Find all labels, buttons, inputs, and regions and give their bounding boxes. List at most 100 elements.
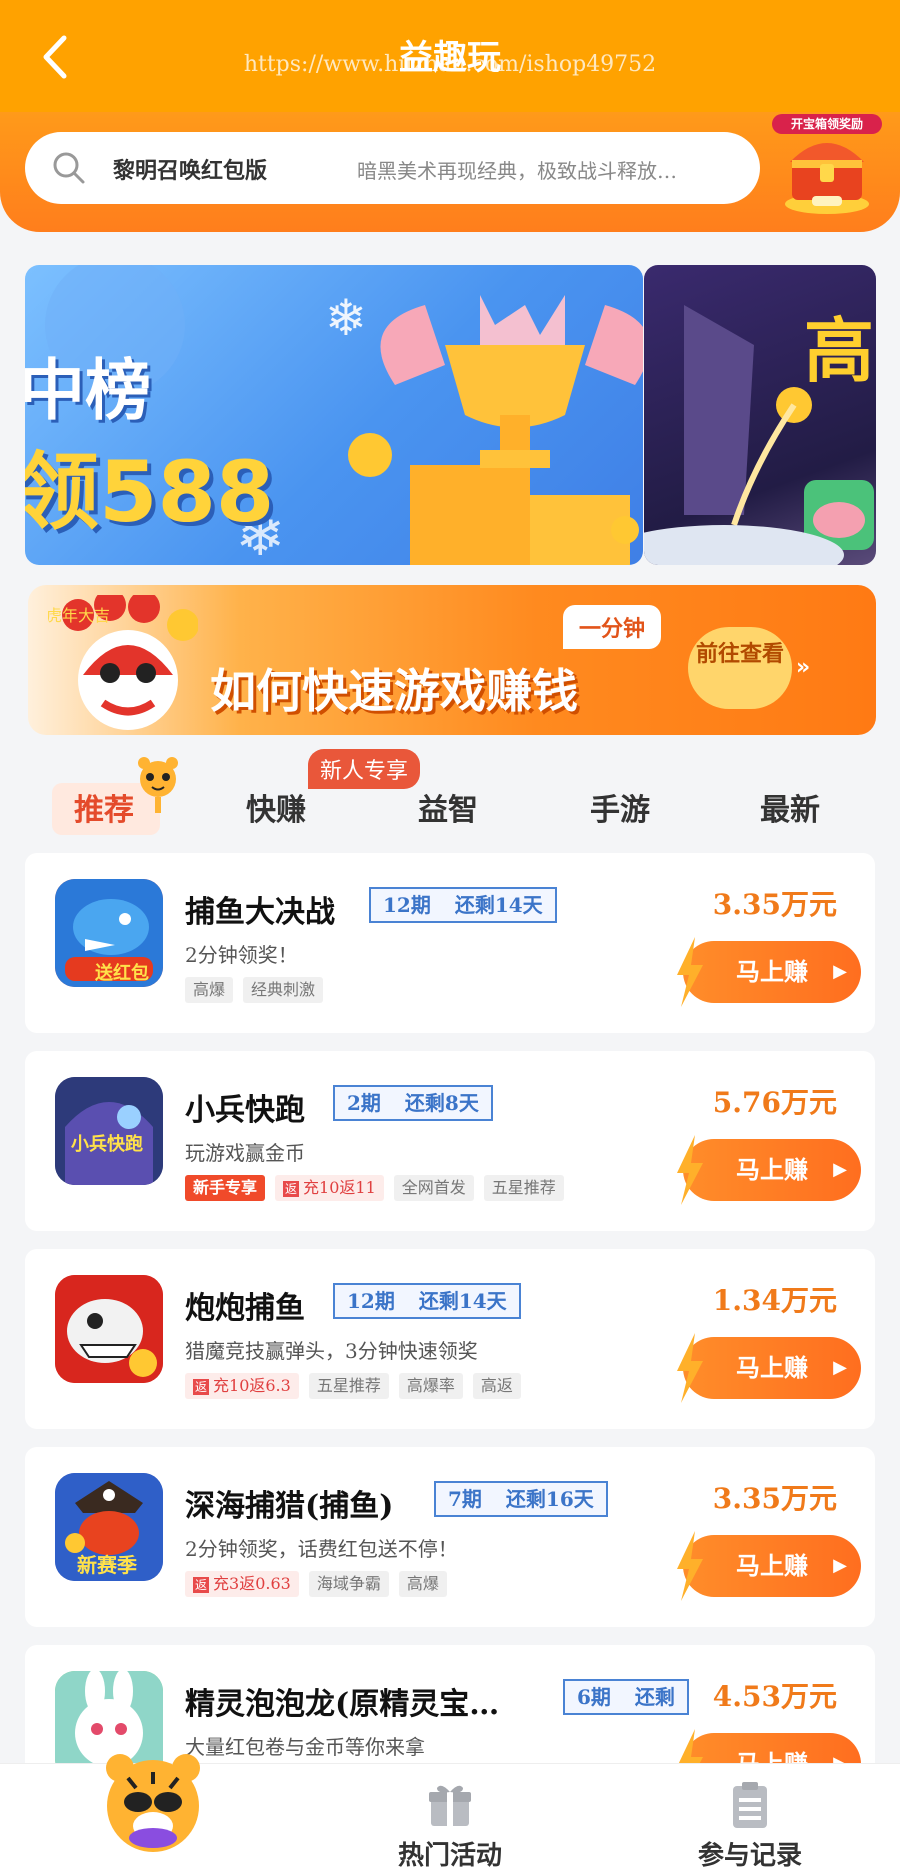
tag: 全网首发 (393, 1175, 474, 1201)
category-tabs: 推荐 快赚 新人专享 益智 手游 最新 (0, 749, 900, 845)
period-number: 12期 (383, 893, 431, 917)
secondary-banner-text: 高 (804, 310, 874, 392)
game-icon-label: 小兵快跑 (71, 1134, 143, 1155)
earn-button-label: 马上赚 (736, 957, 808, 986)
period-badge: 12期 还剩14天 (333, 1283, 521, 1319)
promo-go-button[interactable]: 前往查看 » (688, 627, 810, 709)
tab-puzzle[interactable]: 益智 (418, 785, 478, 829)
nav-participation-records[interactable]: 参与记录 (600, 1764, 900, 1873)
lightning-icon (677, 1135, 703, 1205)
tag: 高爆 (398, 1571, 447, 1597)
lightning-icon (677, 937, 703, 1007)
tag: 高爆 (185, 977, 234, 1003)
chevron-right-icon: ▶ (833, 1555, 847, 1576)
chevron-right-icon: ▶ (833, 961, 847, 982)
main-banner[interactable]: ❄ ❄ 中榜 领588 (25, 265, 643, 565)
game-title: 炮炮捕鱼 (185, 1291, 305, 1326)
rebate-mark: 返 (193, 1577, 210, 1593)
earn-button-label: 马上赚 (736, 1551, 808, 1580)
promo-title: 如何快速游戏赚钱 (210, 664, 578, 718)
chevron-right-icon: ▶ (833, 1357, 847, 1378)
rebate-mark: 返 (283, 1181, 300, 1197)
tag: 海域争霸 (308, 1571, 389, 1597)
treasure-chest-reward[interactable]: 开宝箱领奖励 (772, 112, 882, 220)
reward-amount: 3.35万元 (712, 1482, 837, 1515)
banner-headline: 中榜 (25, 352, 151, 429)
period-badge: 12期 还剩14天 (369, 887, 557, 923)
game-description: 玩游戏赢金币 (185, 1141, 305, 1165)
nav-label: 参与记录 (697, 1841, 802, 1871)
lion-text: 虎年大吉 (48, 606, 110, 625)
how-to-earn-promo[interactable]: 虎年大吉 一分钟 如何快速游戏赚钱 前往查看 » (28, 585, 876, 735)
nav-home[interactable] (0, 1754, 300, 1873)
game-description: 猎魔竞技赢弹头，3分钟快速领奖 (185, 1339, 478, 1363)
days-remaining: 还剩 (634, 1685, 675, 1709)
earn-now-button[interactable]: 马上赚 ▶ (677, 1531, 861, 1601)
game-title: 深海捕猎(捕鱼) (185, 1489, 394, 1524)
double-chevron-icon: » (796, 655, 811, 680)
period-badge: 6期 还剩 (563, 1679, 689, 1715)
game-title: 捕鱼大决战 (185, 895, 335, 930)
chevron-right-icon: ▶ (833, 1159, 847, 1180)
tag: 高返 (472, 1373, 521, 1399)
tab-mobile-games[interactable]: 手游 (590, 785, 650, 829)
game-card[interactable]: 新赛季 深海捕猎(捕鱼) 7期 还剩16天 2分钟领奖，话费红包送不停！ 返充3返… (25, 1447, 875, 1627)
game-description: 2分钟领奖，话费红包送不停！ (185, 1537, 458, 1561)
rebate-text: 充10返11 (303, 1178, 376, 1197)
bottom-navigation: 热门活动 参与记录 (0, 1754, 900, 1873)
rebate-text: 充10返6.3 (213, 1376, 291, 1395)
days-remaining: 还剩14天 (418, 1289, 507, 1313)
game-title: 精灵泡泡龙(原精灵宝… (185, 1687, 500, 1722)
earn-button-label: 马上赚 (736, 1353, 808, 1382)
earn-button-label: 马上赚 (736, 1155, 808, 1184)
shark-game-icon (55, 1275, 163, 1383)
tab-recommend[interactable]: 推荐 (74, 785, 134, 829)
banner-amount: 领588 (25, 443, 275, 541)
period-number: 6期 (577, 1685, 611, 1709)
game-icon (55, 1275, 163, 1383)
search-icon (53, 152, 85, 184)
tag: 五星推荐 (483, 1175, 564, 1201)
reward-amount: 5.76万元 (712, 1086, 837, 1119)
tab-quick-earn[interactable]: 快赚 (246, 785, 306, 829)
days-remaining: 还剩16天 (505, 1487, 594, 1511)
clipboard-icon (733, 1782, 767, 1828)
top-bar: 益趣玩 https://www.huzhan.com/ishop49752 (0, 0, 900, 112)
search-bar[interactable]: 黎明召唤红包版 暗黑美术再现经典，极致战斗释放… (25, 132, 760, 204)
soldier-game-icon (55, 1077, 163, 1185)
reward-amount: 3.35万元 (712, 888, 837, 921)
watermark-url: https://www.huzhan.com/ishop49752 (243, 52, 657, 77)
period-badge: 2期 还剩8天 (333, 1085, 493, 1121)
earn-now-button[interactable]: 马上赚 ▶ (677, 1333, 861, 1403)
game-icon: 新赛季 (55, 1473, 163, 1581)
tiger-mascot-icon (106, 1754, 200, 1852)
secondary-banner[interactable]: 高 (644, 265, 876, 565)
game-card[interactable]: 炮炮捕鱼 12期 还剩14天 猎魔竞技赢弹头，3分钟快速领奖 返充10返6.3 五… (25, 1249, 875, 1429)
game-card[interactable]: 小兵快跑 小兵快跑 2期 还剩8天 玩游戏赢金币 新手专享 返充10返11 全网首… (25, 1051, 875, 1231)
promo-duration-tag: 一分钟 (563, 605, 662, 649)
game-icon: 小兵快跑 (55, 1077, 163, 1185)
rebate-text: 充3返0.63 (213, 1574, 291, 1593)
game-description: 大量红包卷与金币等你来拿 (185, 1735, 425, 1759)
game-icon-label: 新赛季 (77, 1553, 137, 1577)
lightning-icon (677, 1333, 703, 1403)
game-icon-label: 送红包 (95, 963, 149, 984)
search-game-name: 黎明召唤红包版 (113, 158, 268, 184)
earn-now-button[interactable]: 马上赚 ▶ (677, 937, 861, 1007)
lightning-icon (677, 1531, 703, 1601)
new-user-badge: 新人专享 (308, 749, 421, 789)
tab-latest[interactable]: 最新 (760, 785, 820, 829)
rebate-tag: 返充10返6.3 (185, 1373, 299, 1399)
game-description: 2分钟领奖！ (185, 943, 298, 967)
search-game-desc: 暗黑美术再现经典，极致战斗释放… (357, 159, 677, 183)
rebate-mark: 返 (193, 1379, 210, 1395)
nav-hot-activities[interactable]: 热门活动 (300, 1764, 600, 1873)
game-tags: 高爆 经典刺激 (185, 977, 324, 1003)
reward-amount: 4.53万元 (712, 1680, 837, 1713)
earn-now-button[interactable]: 马上赚 ▶ (677, 1135, 861, 1205)
game-card[interactable]: 送红包 捕鱼大决战 12期 还剩14天 2分钟领奖！ 高爆 经典刺激 3.35万元… (25, 853, 875, 1033)
newbie-tag: 新手专享 (185, 1175, 266, 1201)
period-badge: 7期 还剩16天 (434, 1481, 608, 1517)
period-number: 12期 (347, 1289, 395, 1313)
days-remaining: 还剩14天 (454, 893, 543, 917)
